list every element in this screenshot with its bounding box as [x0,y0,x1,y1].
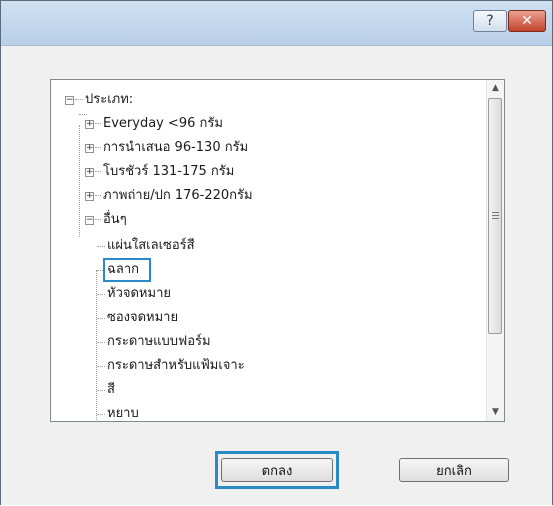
tree-connector [95,195,101,196]
tree-child-label: กระดาษแบบฟอร์ม [107,334,211,349]
dialog-content: − ประเภท: + Everyday <96 กรัม + การนำเสน… [1,46,552,505]
tree-item-label: Everyday <96 กรัม [103,116,223,131]
tree-root-label: ประเภท: [85,92,134,107]
tree-child-label: แผ่นใสเลเซอร์สี [107,238,195,253]
scroll-up-icon[interactable]: ▲ [487,80,504,97]
tree-item-label: อื่นๆ [103,212,127,227]
help-button[interactable]: ? [473,10,507,32]
tree-connector [79,114,87,115]
scroll-down-icon[interactable]: ▼ [487,404,504,421]
tree-connector [97,294,105,295]
tree-connector [95,147,101,148]
tree-connector [96,270,97,420]
collapse-icon[interactable]: − [85,216,94,225]
vertical-scrollbar[interactable]: ▲ ▼ [486,80,504,421]
tree-connector [95,123,101,124]
grip-icon [492,218,499,219]
tree-connector [97,318,105,319]
tree-child-label: สี [107,382,115,397]
tree-child-label: ซองจดหมาย [107,310,179,325]
ok-button[interactable]: ตกลง [221,458,333,482]
scrollbar-thumb[interactable] [488,98,502,334]
tree-child-label: ฉลาก [107,262,139,277]
tree-connector [95,171,101,172]
tree-connector [75,99,83,100]
tree-child-label: หยาบ [107,406,139,421]
tree-child-label: หัวจดหมาย [107,286,171,301]
collapse-icon[interactable]: − [65,96,74,105]
tree-connector [79,125,80,237]
grip-icon [492,212,499,213]
tree-connector [97,414,105,415]
tree-connector [97,390,105,391]
tree-connector [97,246,105,247]
tree-connector [95,219,101,220]
expand-icon[interactable]: + [85,168,94,177]
paper-type-tree[interactable]: − ประเภท: + Everyday <96 กรัม + การนำเสน… [50,79,505,422]
grip-icon [492,215,499,216]
close-button[interactable]: ✕ [508,10,546,32]
title-bar: ? ✕ [1,1,552,46]
tree-child-label: กระดาษสำหรับแฟ้มเจาะ [107,358,245,373]
tree-connector [97,342,105,343]
tree-connector [97,366,105,367]
expand-icon[interactable]: + [85,144,94,153]
expand-icon[interactable]: + [85,120,94,129]
expand-icon[interactable]: + [85,192,94,201]
tree-item-label: การนำเสนอ 96-130 กรัม [103,140,249,155]
tree-item-label: ภาพถ่าย/ปก 176-220กรัม [103,188,253,203]
tree-item-label: โบรชัวร์ 131-175 กรัม [103,164,235,179]
cancel-button[interactable]: ยกเลิก [399,458,509,482]
print-paper-type-dialog: ? ✕ − ประเภท: + Everyday <96 กรัม + การน… [0,0,553,505]
